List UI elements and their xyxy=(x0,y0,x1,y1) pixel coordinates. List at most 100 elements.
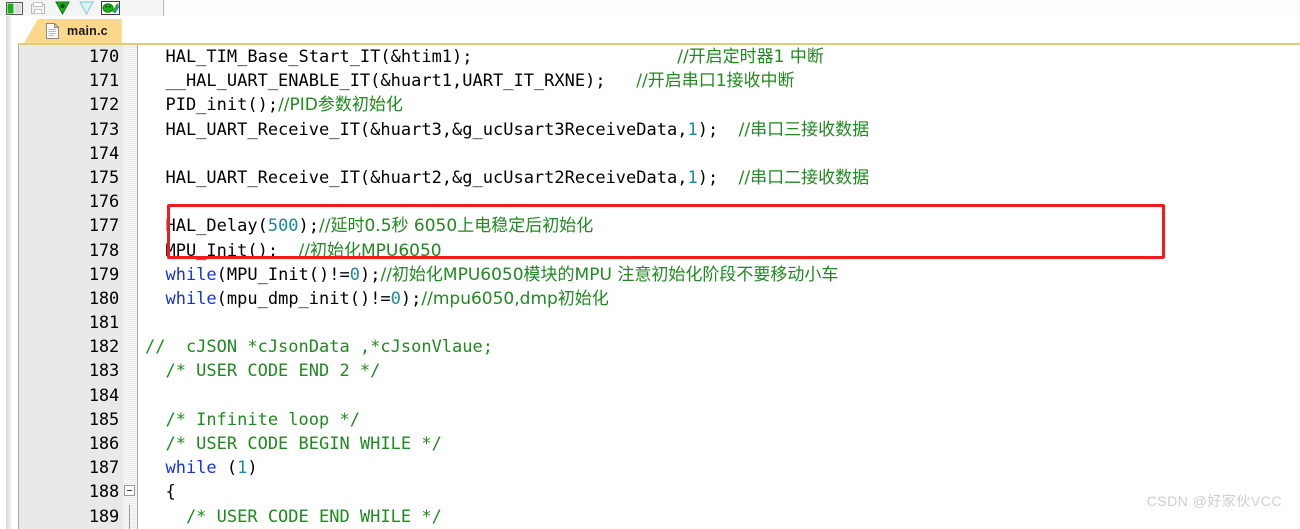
line-number: 179 xyxy=(88,264,119,285)
code-token: /* Infinite loop */ xyxy=(145,409,360,430)
code-token: 1 xyxy=(687,119,698,140)
code-line[interactable]: 185 /* Infinite loop */ xyxy=(19,408,1300,432)
code-line[interactable]: 186 /* USER CODE BEGIN WHILE */ xyxy=(19,432,1300,456)
left-dock-rail-grip[interactable] xyxy=(6,16,11,529)
code-token: /* USER CODE BEGIN WHILE */ xyxy=(145,434,442,454)
code-token: ); xyxy=(359,264,381,285)
line-number: 171 xyxy=(88,71,119,92)
code-line[interactable]: 189 /* USER CODE END WHILE */ xyxy=(19,504,1300,529)
line-number: 189 xyxy=(88,506,119,527)
tab-main-c[interactable]: main.c xyxy=(24,19,122,43)
code-line[interactable]: 173 HAL_UART_Receive_IT(&huart3,&g_ucUsa… xyxy=(19,118,1300,142)
code-text: while (1) xyxy=(145,456,257,480)
toolbar-button-group xyxy=(0,0,164,16)
line-number: 184 xyxy=(88,385,119,406)
code-line[interactable]: 170 HAL_TIM_Base_Start_IT(&htim1); //开启定… xyxy=(19,45,1300,69)
code-token: 500 xyxy=(267,216,299,237)
toolbar xyxy=(0,0,1300,17)
code-token: ( xyxy=(216,458,238,479)
line-number: 172 xyxy=(88,95,119,116)
csdn-watermark: CSDN @好家伙VCC xyxy=(1146,493,1282,509)
code-line[interactable]: 177 HAL_Delay(500);//延时0.5秒 6050上电稳定后初始化 xyxy=(19,214,1300,238)
line-number: 176 xyxy=(88,192,119,213)
line-number: 174 xyxy=(88,143,119,164)
code-line[interactable]: 181 xyxy=(19,311,1300,335)
code-line[interactable]: 180 while(mpu_dmp_init()!=0);//mpu6050,d… xyxy=(19,287,1300,311)
document-tabbar: main.c xyxy=(18,16,1300,45)
code-token: ); xyxy=(298,216,320,237)
code-line[interactable]: 172 PID_init();//PID参数初始化 xyxy=(19,93,1300,117)
line-number: 188 xyxy=(88,482,119,503)
code-line[interactable]: 176 xyxy=(19,190,1300,214)
code-line[interactable]: 187 while (1) xyxy=(19,456,1300,480)
debug-bug-icon[interactable] xyxy=(98,1,122,16)
code-editor[interactable]: 170 HAL_TIM_Base_Start_IT(&htim1); //开启定… xyxy=(18,45,1300,529)
line-number: 177 xyxy=(88,216,119,237)
code-token: while xyxy=(165,264,217,285)
code-token: // cJSON *cJsonData ,*cJsonVlaue; xyxy=(145,337,493,358)
window-layout-icon[interactable] xyxy=(2,1,26,16)
code-token: 0 xyxy=(349,264,360,285)
code-token: ); xyxy=(697,167,739,188)
toolbar-empty-area xyxy=(164,0,1300,16)
code-token: //PID参数初始化 xyxy=(278,95,403,116)
code-token: ); xyxy=(400,288,422,309)
line-number: 186 xyxy=(88,434,119,454)
code-text: /* USER CODE BEGIN WHILE */ xyxy=(145,432,442,456)
code-token: //初始化MPU6050 xyxy=(298,240,442,261)
code-line[interactable]: 178 MPU_Init(); //初始化MPU6050 xyxy=(19,239,1300,263)
code-token: HAL_TIM_Base_Start_IT(&htim1); xyxy=(145,47,678,67)
save-all-icon[interactable] xyxy=(26,1,50,16)
tabbar-background xyxy=(18,19,1300,44)
bookmark-filter-icon[interactable] xyxy=(74,1,98,16)
code-line[interactable]: 183 /* USER CODE END 2 */ xyxy=(19,359,1300,383)
fold-guide-line xyxy=(129,504,130,529)
code-line[interactable]: 174 xyxy=(19,142,1300,166)
code-text: MPU_Init(); //初始化MPU6050 xyxy=(145,239,442,263)
tab-label: main.c xyxy=(67,24,108,38)
line-number: 181 xyxy=(88,313,119,334)
code-token: //串口二接收数据 xyxy=(738,167,870,188)
code-text: /* USER CODE END 2 */ xyxy=(145,359,380,383)
code-token: while xyxy=(165,288,217,309)
code-text: HAL_Delay(500);//延时0.5秒 6050上电稳定后初始化 xyxy=(145,214,593,238)
code-text: HAL_UART_Receive_IT(&huart2,&g_ucUsart2R… xyxy=(145,166,869,190)
code-token: //开启定时器1 中断 xyxy=(677,47,824,67)
line-number: 183 xyxy=(88,361,119,382)
left-dock-rail xyxy=(0,16,19,529)
code-token: //mpu6050,dmp初始化 xyxy=(421,288,609,309)
line-number: 182 xyxy=(88,337,119,358)
code-token: //串口三接收数据 xyxy=(738,119,870,140)
code-line[interactable]: 179 while(MPU_Init()!=0);//初始化MPU6050模块的… xyxy=(19,263,1300,287)
line-number: 173 xyxy=(88,119,119,140)
bookmark-down-icon[interactable] xyxy=(50,1,74,16)
code-text: while(MPU_Init()!=0);//初始化MPU6050模块的MPU … xyxy=(145,263,838,287)
code-line[interactable]: 175 HAL_UART_Receive_IT(&huart2,&g_ucUsa… xyxy=(19,166,1300,190)
code-text: __HAL_UART_ENABLE_IT(&huart1,UART_IT_RXN… xyxy=(145,69,794,93)
code-line-list: 170 HAL_TIM_Base_Start_IT(&htim1); //开启定… xyxy=(19,45,1300,529)
line-number: 170 xyxy=(88,47,119,67)
code-line[interactable]: 184 xyxy=(19,384,1300,408)
code-line[interactable]: 171 __HAL_UART_ENABLE_IT(&huart1,UART_IT… xyxy=(19,69,1300,93)
code-token: ); xyxy=(697,119,739,140)
code-text: /* USER CODE END WHILE */ xyxy=(145,505,442,529)
code-line[interactable]: 182 // cJSON *cJsonData ,*cJsonVlaue; xyxy=(19,335,1300,359)
line-number: 187 xyxy=(88,458,119,479)
code-text: HAL_TIM_Base_Start_IT(&htim1); //开启定时器1 … xyxy=(145,45,824,69)
line-number: 178 xyxy=(88,240,119,261)
line-number: 180 xyxy=(88,288,119,309)
code-token: HAL_UART_Receive_IT(&huart2,&g_ucUsart2R… xyxy=(145,167,688,188)
code-line[interactable]: 188 { xyxy=(19,480,1300,504)
line-number: 175 xyxy=(88,167,119,188)
code-token: HAL_Delay( xyxy=(145,216,268,237)
code-token: HAL_UART_Receive_IT(&huart3,&g_ucUsart3R… xyxy=(145,119,688,140)
code-token: //延时0.5秒 6050上电稳定后初始化 xyxy=(319,216,594,237)
code-text: { xyxy=(145,480,176,504)
fold-collapse-icon[interactable] xyxy=(124,485,135,497)
line-number: 185 xyxy=(88,409,119,430)
code-token: 1 xyxy=(237,458,248,479)
code-token: 1 xyxy=(687,167,698,188)
code-token: { xyxy=(145,482,176,503)
